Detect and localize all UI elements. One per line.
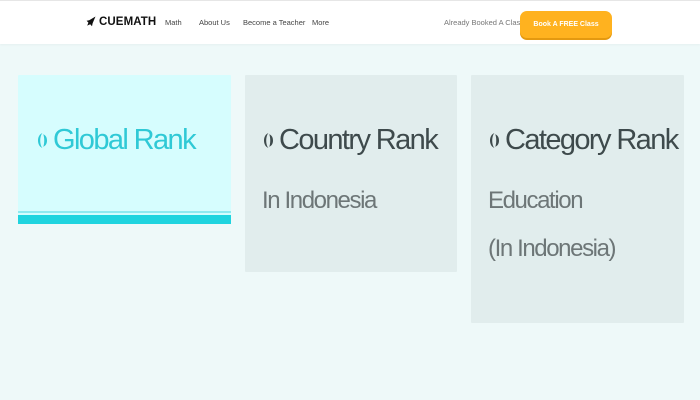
rocket-icon <box>86 16 96 27</box>
nav-link-math[interactable]: Math <box>165 18 182 27</box>
category-rank-heading: Category Rank <box>490 124 679 157</box>
top-navbar: CUEMATH Math About Us Become a Teacher M… <box>0 0 700 44</box>
country-rank-subtitle: In Indonesia <box>262 187 377 214</box>
country-rank-card[interactable]: Country Rank In Indonesia <box>245 75 457 272</box>
category-rank-card[interactable]: Category Rank Education (In Indonesia) <box>471 75 684 323</box>
country-rank-heading: Country Rank <box>264 124 439 157</box>
category-region: (In Indonesia) <box>488 235 617 262</box>
active-tab-indicator <box>18 211 231 224</box>
nav-link-become-a-teacher[interactable]: Become a Teacher <box>243 18 305 27</box>
nav-link-more[interactable]: More <box>312 18 329 27</box>
global-rank-title: Global Rank <box>53 124 197 156</box>
global-rank-heading: Global Rank <box>38 124 197 157</box>
nav-link-about-us[interactable]: About Us <box>199 18 230 27</box>
already-booked-link[interactable]: Already Booked A Class? <box>444 18 528 27</box>
logo-text: CUEMATH <box>99 16 157 28</box>
book-free-class-button[interactable]: Book A FREE Class <box>520 11 612 38</box>
flag-icon <box>264 133 273 148</box>
cuemath-logo[interactable]: CUEMATH <box>86 16 156 28</box>
category-icon <box>490 133 499 148</box>
category-rank-title: Category Rank <box>505 124 679 156</box>
category-name: Education <box>488 187 584 214</box>
country-rank-title: Country Rank <box>279 124 439 156</box>
globe-icon <box>38 133 47 148</box>
global-rank-card[interactable]: Global Rank <box>18 75 231 224</box>
